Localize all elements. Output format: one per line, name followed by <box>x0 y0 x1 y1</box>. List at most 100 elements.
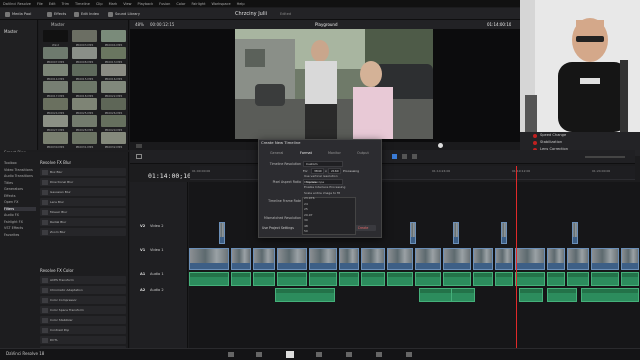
effects-category[interactable]: Toolbox <box>4 161 17 165</box>
audio-clip-a1[interactable] <box>567 272 589 286</box>
viewer-zoom[interactable]: 48% <box>135 22 144 27</box>
media-pool-button[interactable]: Media Pool <box>5 10 31 18</box>
effect-item[interactable]: Radial Blur <box>40 218 126 226</box>
track-name-v2[interactable]: Video 2 <box>150 224 164 228</box>
audio-clip-a2[interactable] <box>581 288 639 302</box>
fairlight-page-icon[interactable] <box>376 352 382 357</box>
effect-item[interactable]: Zoom Blur <box>40 228 126 236</box>
video-clip-v1[interactable] <box>231 248 251 270</box>
tab-general[interactable]: General <box>270 151 283 155</box>
track-name-a1[interactable]: Audio 1 <box>150 272 164 276</box>
video-clip-v1[interactable] <box>591 248 619 270</box>
video-clip-v2[interactable] <box>410 222 416 244</box>
video-clip-v2[interactable] <box>453 222 459 244</box>
effect-item[interactable]: Color Compressor <box>40 296 126 304</box>
dropdown-option[interactable]: 24 <box>304 202 308 206</box>
menu-mark[interactable]: Mark <box>109 2 118 6</box>
audio-clip-a1[interactable] <box>309 272 337 286</box>
effect-item[interactable]: ACES Transform <box>40 276 126 284</box>
playhead[interactable] <box>516 166 517 348</box>
video-clip-v1[interactable] <box>309 248 337 270</box>
effects-category[interactable]: Titles <box>4 181 13 185</box>
effect-item[interactable]: Box Blur <box>40 168 126 176</box>
edit-index-button[interactable]: Edit Index <box>74 10 99 18</box>
menu-color[interactable]: Color <box>176 2 185 6</box>
video-clip-v1[interactable] <box>567 248 589 270</box>
audio-clip-a1[interactable] <box>443 272 471 286</box>
video-clip-v1[interactable] <box>495 248 513 270</box>
use-project-settings-checkbox[interactable]: Use Project Settings <box>262 226 294 230</box>
dropdown-option[interactable]: Use vertical resolution <box>304 174 338 178</box>
zoom-slider[interactable] <box>585 156 625 158</box>
video-clip-v2[interactable] <box>501 222 507 244</box>
timeline-tracks[interactable] <box>189 182 640 348</box>
media-thumbnail[interactable] <box>43 64 68 76</box>
media-thumbnail[interactable] <box>72 81 97 93</box>
media-thumbnail[interactable] <box>43 132 68 144</box>
dropdown-option[interactable]: Enable Interlace Processing <box>304 185 345 189</box>
media-thumbnail[interactable] <box>43 47 68 59</box>
video-clip-v1[interactable] <box>443 248 471 270</box>
effect-item[interactable]: Chromatic Adaptation <box>40 286 126 294</box>
audio-clip-a1[interactable] <box>339 272 359 286</box>
dropdown-option[interactable]: 48 <box>304 224 308 228</box>
effects-category[interactable]: VST Effects <box>4 226 23 230</box>
effects-category[interactable]: Audio FX <box>4 213 19 217</box>
video-clip-v1[interactable] <box>253 248 275 270</box>
dropdown-option[interactable]: Scale entire image to fit <box>304 191 340 195</box>
timeline-view-icon[interactable] <box>136 154 142 159</box>
blade-tool-icon[interactable] <box>412 154 417 159</box>
dropdown-option[interactable]: 23.976 <box>304 196 315 200</box>
audio-clip-a1[interactable] <box>387 272 413 286</box>
video-clip-v1[interactable] <box>547 248 565 270</box>
audio-clip-a1[interactable] <box>473 272 493 286</box>
sound-library-button[interactable]: Sound Library <box>108 10 140 18</box>
media-thumbnail[interactable] <box>72 115 97 127</box>
video-clip-v2[interactable] <box>572 222 578 244</box>
inspector-stabilization[interactable]: Stabilization <box>540 140 562 144</box>
tab-monitor[interactable]: Monitor <box>328 151 341 155</box>
menu-workspace[interactable]: Workspace <box>212 2 231 6</box>
tab-format[interactable]: Format <box>300 151 312 155</box>
timeline-resolution-select[interactable]: Custom <box>303 161 343 167</box>
media-thumbnail[interactable] <box>101 98 126 110</box>
video-clip-v1[interactable] <box>361 248 385 270</box>
media-page-icon[interactable] <box>228 352 234 357</box>
audio-clip-a1[interactable] <box>621 272 639 286</box>
inspector-speed-change[interactable]: Speed Change <box>540 133 566 137</box>
menu-timeline[interactable]: Timeline <box>75 2 90 6</box>
menu-fusion[interactable]: Fusion <box>159 2 170 6</box>
video-clip-v1[interactable] <box>621 248 639 270</box>
trim-tool-icon[interactable] <box>402 154 407 159</box>
video-clip-v2[interactable] <box>219 222 225 244</box>
menu-view[interactable]: View <box>123 2 131 6</box>
track-name-v1[interactable]: Video 1 <box>150 248 164 252</box>
video-clip-v1[interactable] <box>473 248 493 270</box>
audio-clip-a1[interactable] <box>361 272 385 286</box>
menu-fairlight[interactable]: Fairlight <box>191 2 205 6</box>
effect-item[interactable]: Lens Blur <box>40 198 126 206</box>
video-clip-v1[interactable] <box>277 248 307 270</box>
media-thumbnail[interactable] <box>72 98 97 110</box>
audio-clip-a2[interactable] <box>275 288 335 302</box>
tab-output[interactable]: Output <box>357 151 369 155</box>
effect-item[interactable]: Contrast Pop <box>40 326 126 334</box>
effects-category[interactable]: Effects <box>4 194 16 198</box>
effects-category[interactable]: Favorites <box>4 233 19 237</box>
effects-category[interactable]: Video Transitions <box>4 168 33 172</box>
video-clip-v1[interactable] <box>339 248 359 270</box>
media-thumbnail[interactable] <box>101 47 126 59</box>
media-thumbnail[interactable] <box>72 64 97 76</box>
menu-playback[interactable]: Playback <box>138 2 154 6</box>
color-page-icon[interactable] <box>346 352 352 357</box>
audio-clip-a1[interactable] <box>495 272 513 286</box>
media-thumbnail[interactable] <box>72 30 97 42</box>
dropdown-option[interactable]: 50 <box>304 229 308 233</box>
dropdown-option[interactable]: 25 <box>304 207 308 211</box>
effects-category[interactable]: Open FX <box>4 200 18 204</box>
media-thumbnail[interactable] <box>43 30 68 42</box>
video-clip-v1[interactable] <box>515 248 545 270</box>
media-thumbnail[interactable] <box>72 47 97 59</box>
menu-edit[interactable]: Edit <box>49 2 56 6</box>
timeline-ruler[interactable]: 01:00:00:0001:04:48:0001:09:36:0001:14:2… <box>190 166 635 180</box>
